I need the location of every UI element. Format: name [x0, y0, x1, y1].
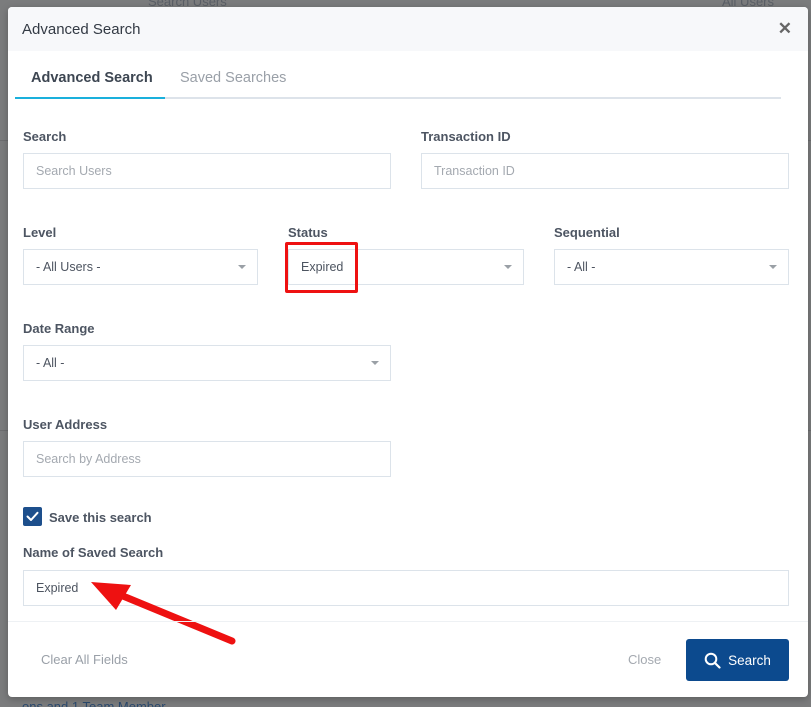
active-tab-indicator: [15, 97, 165, 99]
chevron-down-icon: [504, 265, 512, 269]
bg-footer-text: ons and 1 Team Member: [22, 699, 166, 707]
tab-advanced-search[interactable]: Advanced Search: [31, 70, 153, 86]
chevron-down-icon: [238, 265, 246, 269]
footer-divider: [8, 621, 808, 622]
status-label: Status: [288, 225, 328, 240]
modal-header: Advanced Search ✕: [8, 7, 808, 51]
sequential-label: Sequential: [554, 225, 620, 240]
search-button[interactable]: Search: [686, 639, 789, 681]
level-selected-value: - All Users -: [36, 260, 101, 274]
search-placeholder: Search Users: [36, 164, 112, 178]
user-address-input[interactable]: Search by Address: [23, 441, 391, 477]
annotation-highlight-box: [285, 242, 358, 293]
tab-saved-searches[interactable]: Saved Searches: [180, 70, 286, 86]
level-select[interactable]: - All Users -: [23, 249, 258, 285]
checkmark-icon: [26, 511, 39, 521]
search-icon: [704, 652, 721, 669]
transaction-id-input[interactable]: Transaction ID: [421, 153, 789, 189]
user-address-placeholder: Search by Address: [36, 452, 141, 466]
transaction-id-label: Transaction ID: [421, 129, 511, 144]
save-search-label: Save this search: [49, 510, 152, 525]
transaction-id-placeholder: Transaction ID: [434, 164, 515, 178]
close-icon[interactable]: ✕: [778, 19, 792, 39]
search-input[interactable]: Search Users: [23, 153, 391, 189]
chevron-down-icon: [769, 265, 777, 269]
saved-search-name-value: Expired: [36, 581, 79, 595]
user-address-label: User Address: [23, 417, 108, 432]
search-button-label: Search: [728, 652, 771, 668]
close-button[interactable]: Close: [628, 652, 661, 667]
level-label: Level: [23, 225, 57, 240]
date-range-selected-value: - All -: [36, 356, 65, 370]
saved-search-name-label: Name of Saved Search: [23, 545, 164, 560]
date-range-label: Date Range: [23, 321, 95, 336]
sequential-select[interactable]: - All -: [554, 249, 789, 285]
save-search-checkbox[interactable]: [23, 507, 42, 526]
sequential-selected-value: - All -: [567, 260, 596, 274]
search-label: Search: [23, 129, 67, 144]
saved-search-name-input[interactable]: Expired: [23, 570, 789, 606]
tab-bar: Advanced Search Saved Searches: [15, 62, 781, 99]
chevron-down-icon: [371, 361, 379, 365]
modal-title: Advanced Search: [22, 20, 141, 38]
clear-all-fields-button[interactable]: Clear All Fields: [41, 652, 128, 667]
date-range-select[interactable]: - All -: [23, 345, 391, 381]
